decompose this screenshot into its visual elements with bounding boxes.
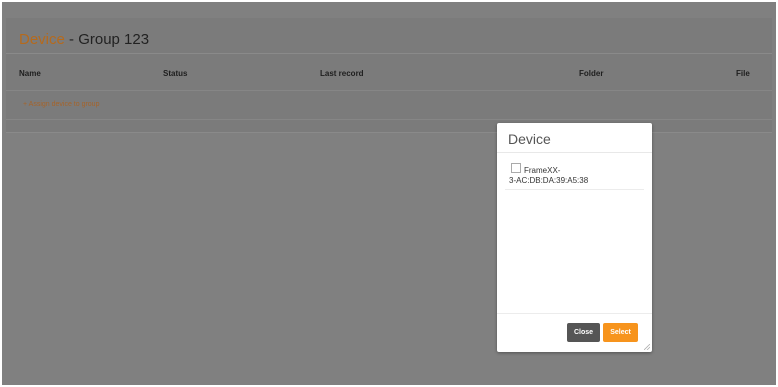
title-divider — [6, 53, 772, 54]
column-header-last-record[interactable]: Last record — [320, 69, 364, 78]
header-divider — [6, 90, 772, 91]
column-header-status[interactable]: Status — [163, 69, 187, 78]
device-checkbox[interactable] — [511, 163, 521, 173]
list-item-divider — [505, 189, 644, 190]
device-label-line1: FrameXX- — [524, 166, 561, 175]
page-title-group: - Group 123 — [64, 31, 150, 48]
page-title-accent: Device — [19, 31, 65, 48]
close-button[interactable]: Close — [567, 323, 600, 342]
page-title: Device - Group 123 — [19, 31, 149, 48]
device-modal: Device FrameXX- 3-AC:DB:DA:39:A5:38 Clos… — [497, 123, 652, 352]
resize-grip-icon[interactable] — [644, 344, 650, 350]
assign-device-link[interactable]: + Assign device to group — [23, 101, 99, 108]
column-header-folder[interactable]: Folder — [579, 69, 603, 78]
select-button[interactable]: Select — [603, 323, 638, 342]
modal-header-divider — [497, 152, 652, 153]
column-header-file[interactable]: File — [736, 69, 750, 78]
modal-footer-divider — [497, 313, 652, 314]
modal-title: Device — [508, 131, 551, 147]
column-header-name[interactable]: Name — [19, 69, 41, 78]
device-label-line2: 3-AC:DB:DA:39:A5:38 — [509, 176, 589, 185]
row-divider — [6, 119, 772, 120]
